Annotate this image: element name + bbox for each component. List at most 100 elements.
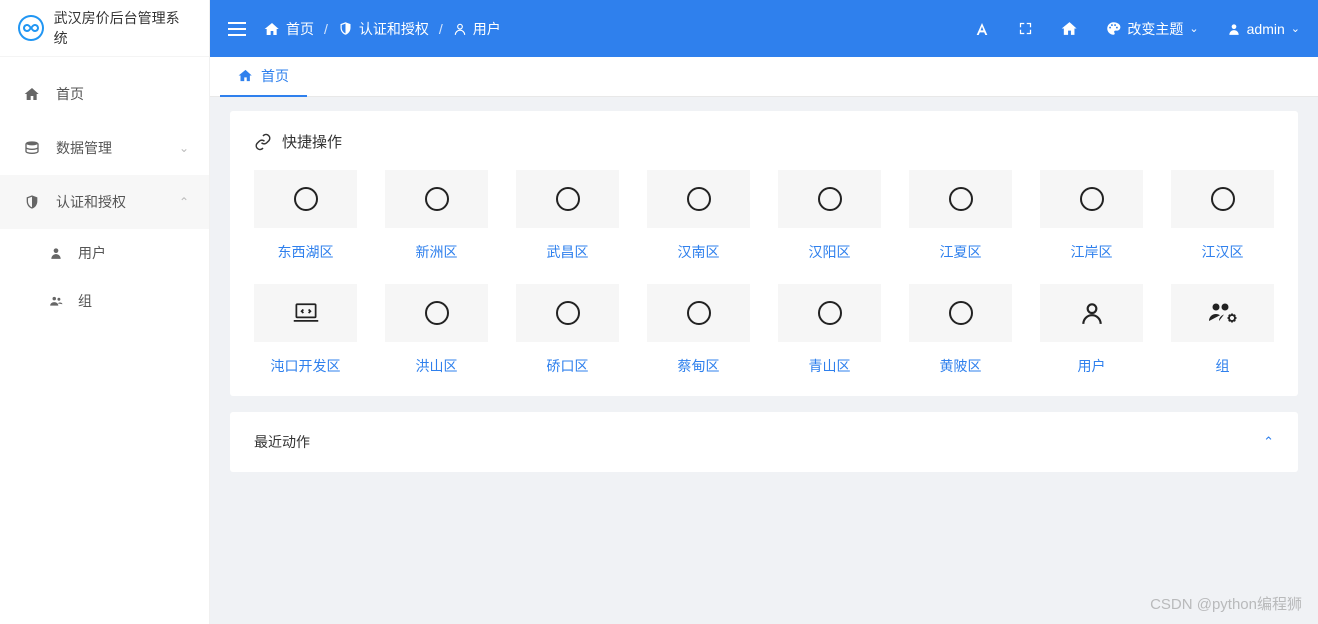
quick-item[interactable]: 新洲区	[385, 170, 488, 262]
breadcrumb-separator: /	[439, 21, 443, 37]
quick-item-label: 黄陂区	[940, 356, 982, 376]
sidebar-subitem-label: 用户	[78, 243, 106, 263]
quick-item[interactable]: 用户	[1040, 284, 1143, 376]
fullscreen-button[interactable]	[1018, 21, 1033, 36]
panel-title: 最近动作	[254, 432, 310, 452]
breadcrumb-label: 认证和授权	[359, 19, 429, 39]
quick-item-label: 蔡甸区	[678, 356, 720, 376]
palette-icon	[1106, 21, 1121, 36]
quick-icon-box	[385, 284, 488, 342]
breadcrumb-auth[interactable]: 认证和授权	[338, 19, 429, 39]
quick-item-label: 汉阳区	[809, 242, 851, 262]
user-icon	[1227, 22, 1241, 36]
quick-item-label: 江汉区	[1202, 242, 1244, 262]
quick-icon-box	[1171, 284, 1274, 342]
quick-icon-box	[1040, 284, 1143, 342]
quick-item-label: 江夏区	[940, 242, 982, 262]
topbar-actions: 改变主题 ⌄ admin ⌄	[974, 19, 1300, 39]
circle-icon	[687, 187, 711, 211]
user-label: admin	[1247, 21, 1285, 37]
quick-icon-box	[1040, 170, 1143, 228]
quick-icon-box	[909, 170, 1012, 228]
chevron-up-icon: ⌃	[179, 195, 189, 209]
circle-icon	[949, 187, 973, 211]
quick-item-label: 青山区	[809, 356, 851, 376]
watermark: CSDN @python编程狮	[1150, 593, 1302, 614]
quick-item[interactable]: 沌口开发区	[254, 284, 357, 376]
topbar: 首页 / 认证和授权 / 用户	[210, 0, 1318, 57]
circle-icon	[687, 301, 711, 325]
quick-item[interactable]: 组	[1171, 284, 1274, 376]
sidebar-item-home[interactable]: 首页	[0, 67, 209, 121]
sidebar-subitem-groups[interactable]: 组	[0, 277, 209, 325]
theme-button[interactable]: 改变主题 ⌄	[1106, 19, 1198, 39]
home-button[interactable]	[1061, 20, 1078, 37]
font-icon	[974, 21, 990, 37]
quick-icon-box	[909, 284, 1012, 342]
quick-icon-box	[385, 170, 488, 228]
shield-icon	[24, 194, 40, 210]
circle-icon	[425, 187, 449, 211]
tab-home[interactable]: 首页	[220, 57, 307, 97]
sidebar: 武汉房价后台管理系统 首页 数据管理 ⌄ 认证和授权 ⌃	[0, 0, 210, 624]
breadcrumb-separator: /	[324, 21, 328, 37]
quick-icon-box	[778, 170, 881, 228]
user-menu[interactable]: admin ⌄	[1227, 21, 1300, 37]
user-icon	[1079, 300, 1105, 326]
content: 快捷操作 东西湖区 新洲区 武昌区 汉南区 汉阳区 江夏区 江岸区 江汉区 沌口…	[210, 97, 1318, 624]
quick-item-label: 新洲区	[416, 242, 458, 262]
quick-icon-box	[1171, 170, 1274, 228]
tab-label: 首页	[261, 66, 289, 86]
quick-item-label: 硚口区	[547, 356, 589, 376]
quick-icon-box	[516, 284, 619, 342]
circle-icon	[949, 301, 973, 325]
database-icon	[24, 140, 40, 156]
circle-icon	[556, 187, 580, 211]
sidebar-item-label: 首页	[56, 84, 84, 104]
quick-item-label: 沌口开发区	[271, 356, 341, 376]
laptop-code-icon	[292, 301, 320, 325]
quick-item[interactable]: 洪山区	[385, 284, 488, 376]
home-icon	[24, 86, 40, 102]
sidebar-item-auth[interactable]: 认证和授权 ⌃	[0, 175, 209, 229]
sidebar-menu: 首页 数据管理 ⌄ 认证和授权 ⌃	[0, 57, 209, 624]
breadcrumb-users[interactable]: 用户	[453, 19, 501, 39]
breadcrumb: 首页 / 认证和授权 / 用户	[264, 19, 501, 39]
circle-icon	[425, 301, 449, 325]
quick-item[interactable]: 汉南区	[647, 170, 750, 262]
link-icon	[254, 133, 272, 151]
panel-header: 快捷操作	[254, 131, 1274, 152]
logo-icon	[18, 15, 44, 41]
shield-icon	[338, 21, 353, 36]
quick-icon-box	[254, 284, 357, 342]
group-cog-icon	[1208, 301, 1238, 325]
tabbar: 首页	[210, 57, 1318, 97]
sidebar-submenu: 用户 组	[0, 229, 209, 325]
circle-icon	[818, 301, 842, 325]
sidebar-item-label: 认证和授权	[56, 192, 126, 212]
quick-item-label: 武昌区	[547, 242, 589, 262]
chevron-down-icon: ⌄	[179, 141, 189, 155]
quick-item[interactable]: 江汉区	[1171, 170, 1274, 262]
sidebar-subitem-users[interactable]: 用户	[0, 229, 209, 277]
home-icon	[264, 21, 280, 37]
quick-icon-box	[516, 170, 619, 228]
expand-icon	[1018, 21, 1033, 36]
menu-toggle-icon[interactable]	[228, 22, 246, 36]
quick-item[interactable]: 蔡甸区	[647, 284, 750, 376]
breadcrumb-home[interactable]: 首页	[264, 19, 314, 39]
quick-item[interactable]: 硚口区	[516, 284, 619, 376]
quick-item[interactable]: 东西湖区	[254, 170, 357, 262]
recent-actions-panel[interactable]: 最近动作 ⌃	[230, 412, 1298, 472]
quick-item[interactable]: 江岸区	[1040, 170, 1143, 262]
font-button[interactable]	[974, 21, 990, 37]
chevron-up-icon: ⌃	[1263, 434, 1274, 450]
quick-item[interactable]: 汉阳区	[778, 170, 881, 262]
quick-item[interactable]: 黄陂区	[909, 284, 1012, 376]
quick-item[interactable]: 青山区	[778, 284, 881, 376]
sidebar-item-data-mgmt[interactable]: 数据管理 ⌄	[0, 121, 209, 175]
quick-item[interactable]: 武昌区	[516, 170, 619, 262]
quick-item[interactable]: 江夏区	[909, 170, 1012, 262]
quick-item-label: 组	[1216, 356, 1230, 376]
group-icon	[48, 293, 64, 309]
